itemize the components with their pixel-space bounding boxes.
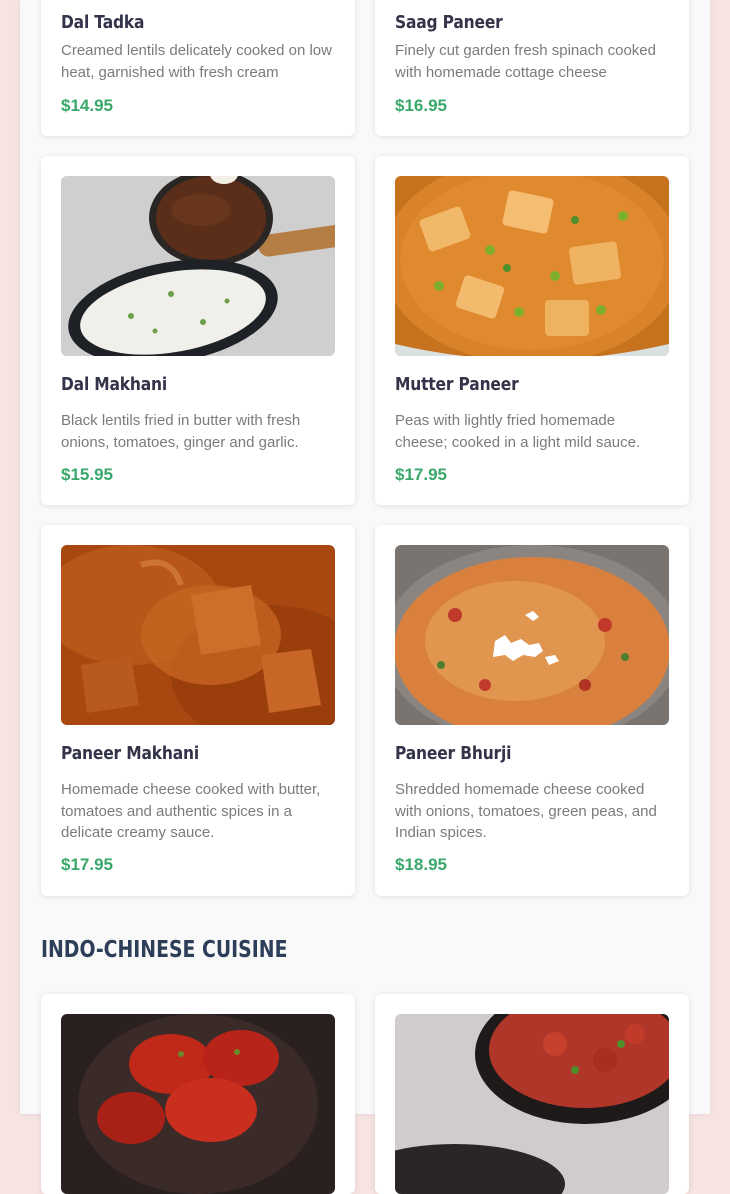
dish-description: Finely cut garden fresh spinach cooked w… <box>395 42 656 81</box>
dish-price: $17.95 <box>61 855 113 874</box>
dish-name: Paneer Bhurji <box>395 743 512 764</box>
dish-price: $16.95 <box>395 96 447 115</box>
dal-makhani-photo <box>61 176 335 356</box>
menu-card-paneer-makhani[interactable]: Paneer Makhani Homemade cheese cooked wi… <box>41 525 355 896</box>
menu-card-indo-chinese-2[interactable] <box>375 994 689 1194</box>
indo-chinese-dish-photo <box>395 1014 669 1194</box>
menu-card-dal-makhani[interactable]: Dal Makhani Black lentils fried in butte… <box>41 156 355 505</box>
dish-price: $18.95 <box>395 855 447 874</box>
dish-price: $14.95 <box>61 96 113 115</box>
dish-price: $15.95 <box>61 465 113 484</box>
menu-card-indo-chinese-1[interactable] <box>41 994 355 1194</box>
dish-name: Dal Makhani <box>61 374 168 395</box>
dish-name: Saag Paneer <box>395 12 503 33</box>
menu-card-saag-paneer[interactable]: Saag Paneer Finely cut garden fresh spin… <box>375 0 689 136</box>
dish-description: Homemade cheese cooked with butter, toma… <box>61 781 321 841</box>
dish-name: Dal Tadka <box>61 12 145 33</box>
menu-page: Dal Tadka Creamed lentils delicately coo… <box>20 0 710 1194</box>
section-title-indo-chinese: INDO-CHINESE CUISINE <box>41 937 288 963</box>
dish-price: $17.95 <box>395 465 447 484</box>
dish-name: Mutter Paneer <box>395 374 519 395</box>
dish-name: Paneer Makhani <box>61 743 199 764</box>
paneer-makhani-photo <box>61 545 335 725</box>
dish-description: Black lentils fried in butter with fresh… <box>61 412 301 451</box>
dish-description: Creamed lentils delicately cooked on low… <box>61 42 332 81</box>
menu-card-paneer-bhurji[interactable]: Paneer Bhurji Shredded homemade cheese c… <box>375 525 689 896</box>
paneer-bhurji-photo <box>395 545 669 725</box>
menu-card-mutter-paneer[interactable]: Mutter Paneer Peas with lightly fried ho… <box>375 156 689 505</box>
indo-chinese-dish-photo <box>61 1014 335 1194</box>
menu-card-dal-tadka[interactable]: Dal Tadka Creamed lentils delicately coo… <box>41 0 355 136</box>
dish-description: Shredded homemade cheese cooked with oni… <box>395 781 657 841</box>
dish-description: Peas with lightly fried homemade cheese;… <box>395 412 641 451</box>
mutter-paneer-photo <box>395 176 669 356</box>
